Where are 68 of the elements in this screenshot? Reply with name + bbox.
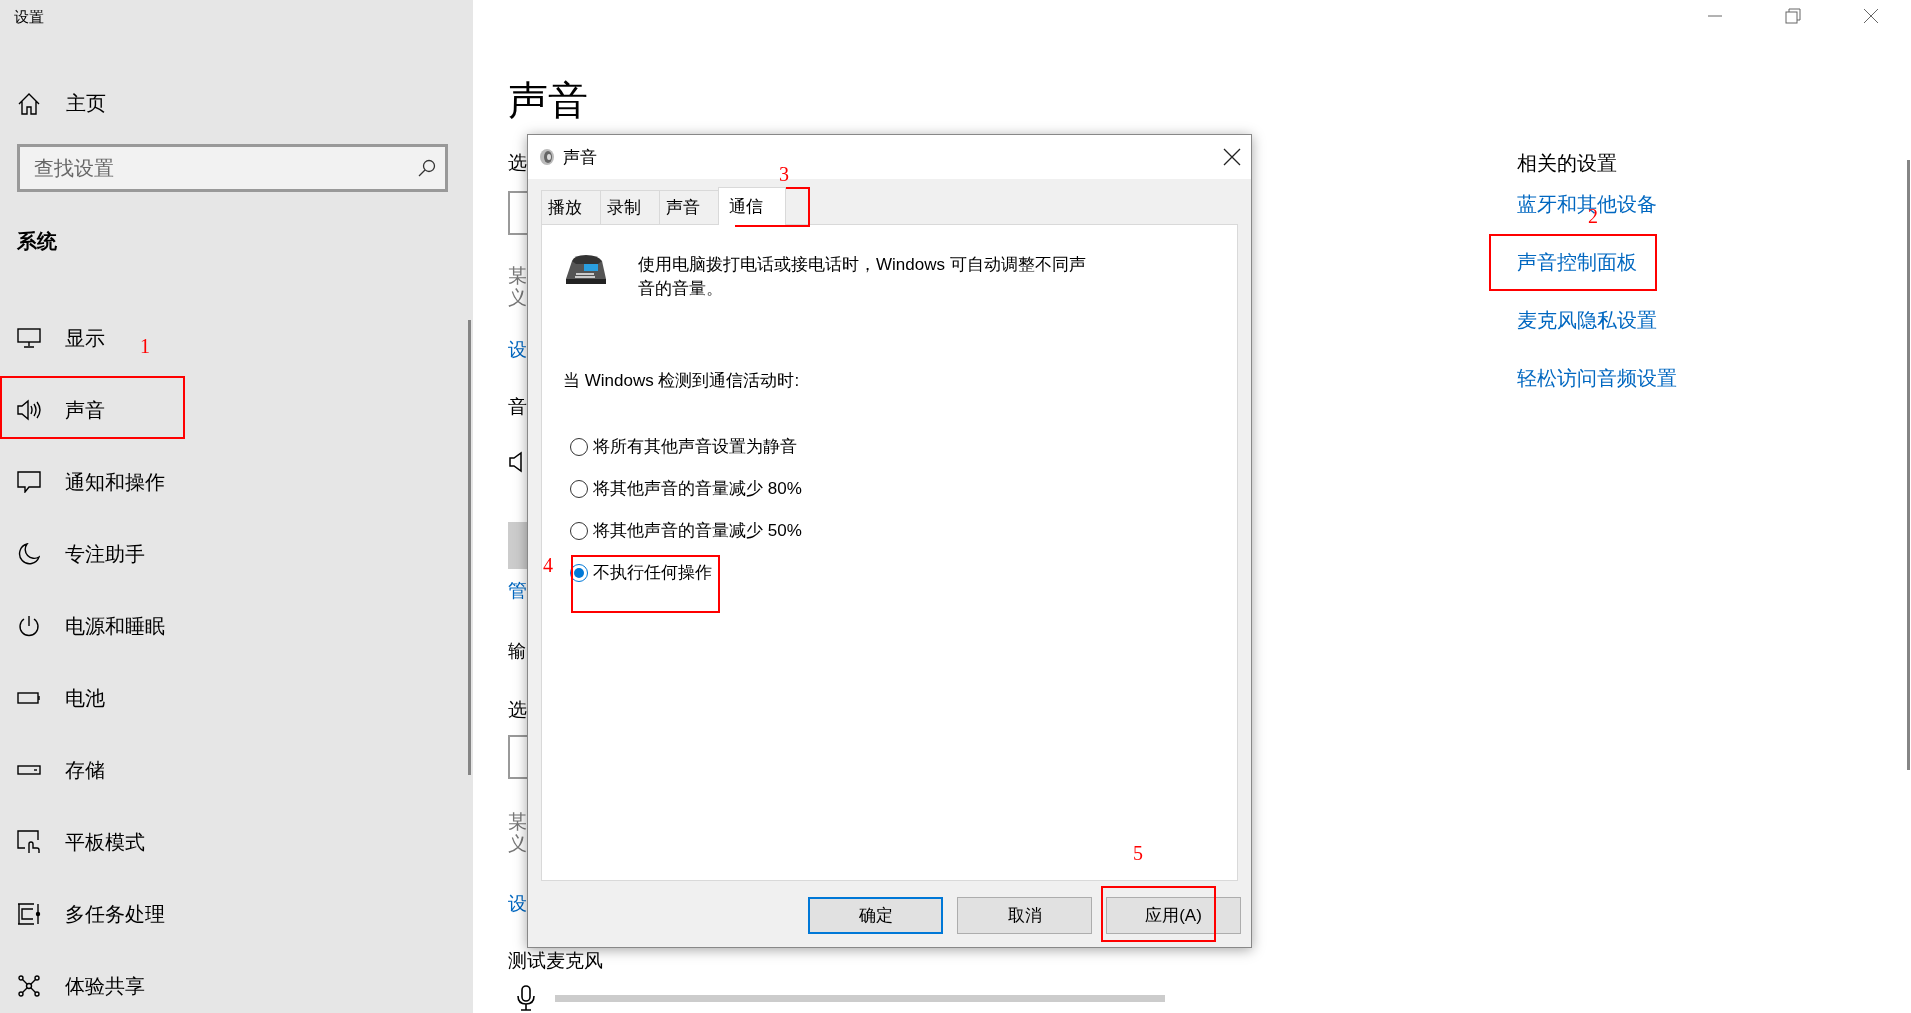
- multitask-icon: [17, 903, 41, 925]
- link[interactable]: 声音控制面板: [1517, 251, 1637, 274]
- nav-item[interactable]: 电池: [0, 662, 105, 734]
- nav-item[interactable]: 平板模式: [0, 806, 145, 878]
- radio-option[interactable]: 将其他声音的音量减少 80%: [570, 477, 802, 500]
- home-icon: [18, 92, 40, 115]
- page-title: 声音: [508, 77, 588, 124]
- link[interactable]: 麦克风隐私设置: [1517, 309, 1657, 332]
- search-icon: [418, 159, 436, 177]
- scrollbar[interactable]: [468, 320, 471, 775]
- battery-icon: [17, 692, 41, 704]
- tab[interactable]: 播放: [541, 190, 601, 224]
- tablet-icon: [17, 830, 41, 854]
- annotation-number: 4: [543, 555, 553, 575]
- nav-item[interactable]: 通知和操作: [0, 446, 165, 518]
- close-icon[interactable]: [1223, 148, 1241, 166]
- speech-bubble-icon: [17, 471, 41, 493]
- nav-item[interactable]: 显示: [0, 302, 105, 374]
- speaker-icon: [539, 148, 555, 166]
- nav-item[interactable]: 多任务处理: [0, 878, 165, 950]
- nav-item[interactable]: 存储: [0, 734, 105, 806]
- annotation-number: 1: [140, 336, 150, 356]
- dialog-title: 声音: [563, 146, 598, 169]
- link[interactable]: 管: [508, 580, 527, 602]
- monitor-icon: [17, 328, 41, 348]
- label: 音: [508, 396, 527, 418]
- speaker-icon: [16, 399, 42, 421]
- nav-item[interactable]: 电源和睡眠: [0, 590, 165, 662]
- home-link[interactable]: 主页: [0, 90, 106, 117]
- annotation-number: 5: [1133, 843, 1143, 863]
- nav-item[interactable]: 专注助手: [0, 518, 145, 590]
- moon-icon: [18, 543, 40, 565]
- link[interactable]: 设: [508, 893, 527, 915]
- dialog-button[interactable]: 取消: [957, 897, 1092, 934]
- tab[interactable]: 通信: [718, 187, 786, 225]
- link[interactable]: 设: [508, 339, 527, 361]
- link[interactable]: 轻松访问音频设置: [1517, 367, 1677, 390]
- radio-option[interactable]: 将所有其他声音设置为静音: [570, 435, 797, 458]
- radio-option[interactable]: 不执行任何操作: [570, 561, 712, 584]
- prompt-text: 当 Windows 检测到通信活动时:: [563, 370, 800, 392]
- restore-icon[interactable]: [1785, 8, 1801, 24]
- dialog-button[interactable]: 应用(A): [1106, 897, 1241, 934]
- search-field[interactable]: 查找设置: [17, 144, 448, 192]
- label: 选: [508, 699, 527, 721]
- microphone-icon: [517, 985, 535, 1011]
- description-text: 某: [508, 265, 527, 287]
- radio-option[interactable]: 将其他声音的音量减少 50%: [570, 519, 802, 542]
- scrollbar[interactable]: [1907, 160, 1910, 770]
- nav-item[interactable]: 声音: [0, 374, 105, 446]
- description-text: 使用电脑拨打电话或接电话时，Windows 可自动调整不同声音的音量。: [638, 254, 1087, 300]
- description-text: 义: [508, 287, 527, 309]
- section-heading: 相关的设置: [1517, 151, 1617, 176]
- speaker-icon[interactable]: [508, 451, 524, 473]
- section-heading: 输: [508, 640, 526, 663]
- nav-item[interactable]: 体验共享: [0, 950, 145, 1013]
- label: 测试麦克风: [508, 950, 603, 972]
- power-icon: [18, 615, 40, 637]
- description-text: 义: [508, 833, 527, 855]
- annotation-number: 3: [779, 164, 789, 184]
- label: 选: [508, 152, 527, 174]
- section-heading: 系统: [17, 229, 57, 254]
- storage-icon: [17, 765, 41, 775]
- slider-track[interactable]: [508, 522, 528, 569]
- description-text: 某: [508, 811, 527, 833]
- telephone-icon: [564, 253, 608, 287]
- dialog-button[interactable]: 确定: [808, 897, 943, 934]
- window-title: 设置: [14, 8, 44, 27]
- share-icon: [18, 975, 40, 997]
